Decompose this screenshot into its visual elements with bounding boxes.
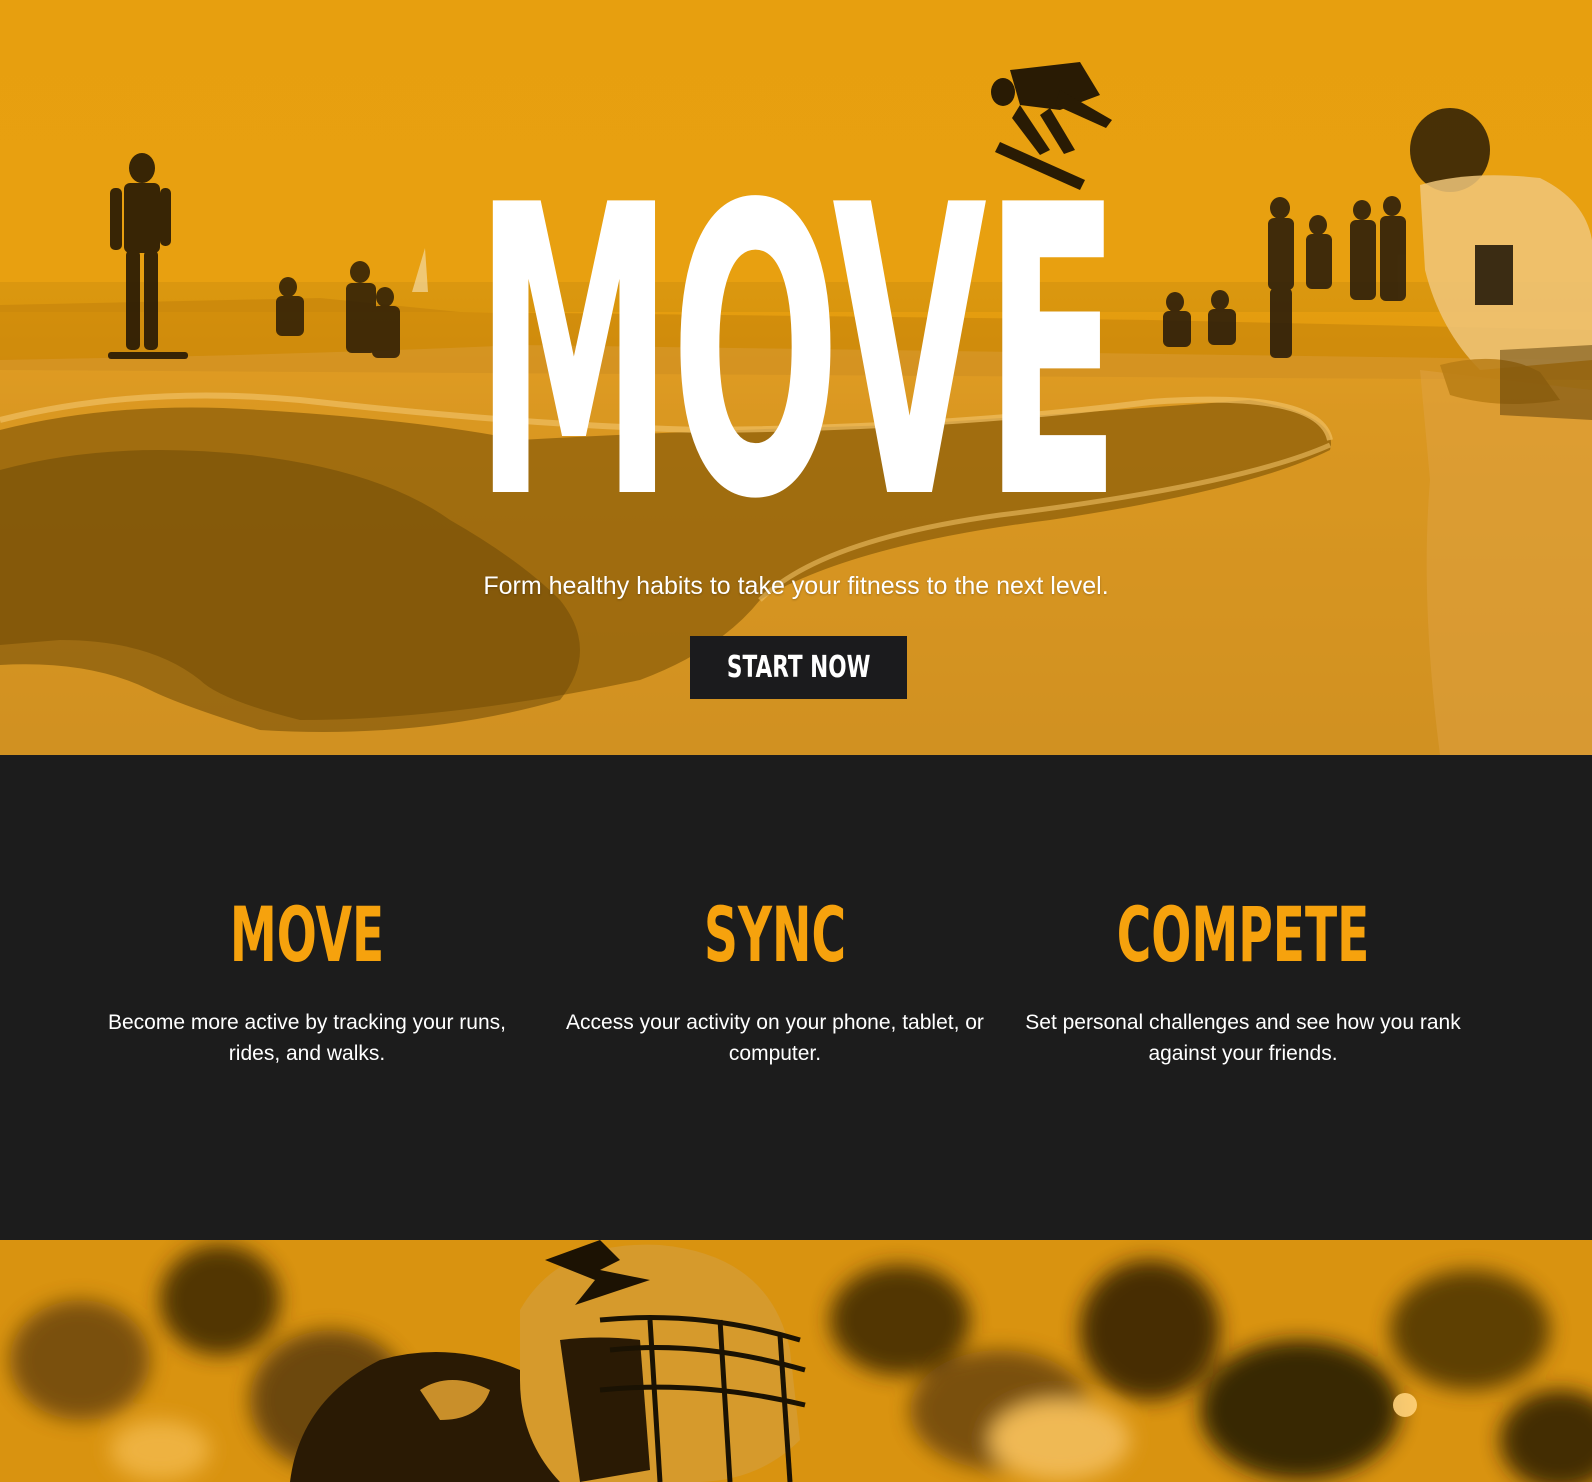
start-now-button[interactable]: START NOW [690,636,907,699]
football-image-band [0,1240,1592,1482]
hero-title: MOVE [474,122,1120,587]
hero-tagline: Form healthy habits to take your fitness… [483,572,1109,600]
feature-title: SYNC [703,890,847,979]
feature-title: MOVE [229,890,385,979]
feature-description: Access your activity on your phone, tabl… [566,1011,984,1065]
feature-move: MOVE Become more active by tracking your… [77,895,537,1069]
feature-sync: SYNC Access your activity on your phone,… [545,895,1005,1069]
feature-title: COMPETE [1116,890,1370,979]
feature-description: Become more active by tracking your runs… [108,1011,506,1065]
feature-compete: COMPETE Set personal challenges and see … [1013,895,1473,1069]
hero-section: MOVE Form healthy habits to take your fi… [0,0,1592,755]
features-section: MOVE Become more active by tracking your… [0,755,1592,1240]
feature-description: Set personal challenges and see how you … [1025,1011,1461,1065]
football-player-image [10,1240,1592,1482]
start-now-button-label: START NOW [726,650,871,685]
